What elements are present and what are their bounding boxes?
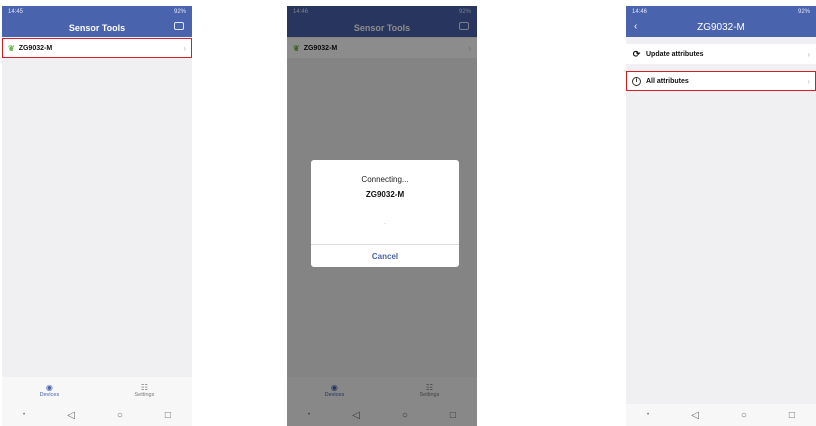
menu-icon[interactable]	[174, 22, 184, 30]
chevron-right-icon: ›	[807, 76, 810, 86]
recents-nav-icon[interactable]: □	[789, 410, 795, 421]
home-nav-icon[interactable]: ○	[741, 410, 747, 421]
nav-devices[interactable]: ◉ Devices	[40, 383, 60, 398]
dialog-device-name: ZG9032-M	[365, 190, 405, 199]
page-title: Sensor Tools	[68, 22, 126, 33]
system-nav: • ◁ ○ □	[626, 404, 816, 426]
status-time: 14:45	[8, 9, 24, 15]
phone-screen-3: 14:46 92% ‹ ZG9032-M ⟳ Update attributes…	[626, 6, 816, 426]
home-nav-icon[interactable]: ○	[117, 410, 123, 421]
dot-icon: •	[23, 412, 26, 418]
app-header: ‹ ZG9032-M	[626, 18, 816, 37]
phone-screen-2: 14:46 92% Sensor Tools ❦ ZG9032-M › ◉ De…	[287, 6, 477, 426]
nav-devices-label: Devices	[39, 392, 60, 398]
all-attributes-row[interactable]: i All attributes ›	[626, 71, 816, 91]
app-header: Sensor Tools	[2, 18, 192, 37]
loading-spinner-icon: ·	[384, 221, 386, 227]
divider	[626, 37, 816, 44]
connecting-dialog: Connecting... ZG9032-M · Cancel	[311, 160, 459, 267]
info-icon: i	[632, 76, 641, 86]
cancel-button[interactable]: Cancel	[311, 244, 459, 267]
system-nav: • ◁ ○ □	[2, 404, 192, 426]
status-bar: 14:46 92%	[626, 6, 816, 18]
status-time: 14:46	[632, 9, 648, 15]
device-name: ZG9032-M	[18, 44, 53, 52]
bottom-nav: ◉ Devices ☷ Settings	[2, 377, 192, 404]
device-list-item[interactable]: ❦ ZG9032-M ›	[2, 38, 192, 58]
battery-level: 92%	[173, 9, 186, 15]
sensor-icon: ❦	[8, 43, 15, 53]
back-arrow-icon[interactable]: ‹	[634, 21, 637, 32]
nav-settings[interactable]: ☷ Settings	[134, 383, 154, 398]
phone-screen-1: 14:45 92% Sensor Tools ❦ ZG9032-M › ◉ De…	[2, 6, 192, 426]
row-label: Update attributes	[646, 50, 704, 58]
update-attributes-row[interactable]: ⟳ Update attributes ›	[626, 44, 816, 64]
nav-settings-label: Settings	[134, 392, 155, 398]
divider	[626, 64, 816, 71]
settings-icon: ☷	[140, 383, 148, 392]
dialog-title: Connecting...	[361, 175, 409, 184]
chevron-right-icon: ›	[807, 49, 810, 59]
recents-nav-icon[interactable]: □	[165, 410, 171, 421]
chevron-right-icon: ›	[183, 43, 186, 53]
status-bar: 14:45 92%	[2, 6, 192, 18]
dot-icon: •	[647, 412, 650, 418]
devices-icon: ◉	[45, 383, 53, 392]
back-nav-icon[interactable]: ◁	[67, 410, 75, 421]
back-nav-icon[interactable]: ◁	[691, 410, 699, 421]
battery-level: 92%	[797, 9, 810, 15]
page-title: ZG9032-M	[697, 22, 745, 33]
refresh-icon: ⟳	[632, 48, 641, 59]
row-label: All attributes	[646, 77, 689, 85]
